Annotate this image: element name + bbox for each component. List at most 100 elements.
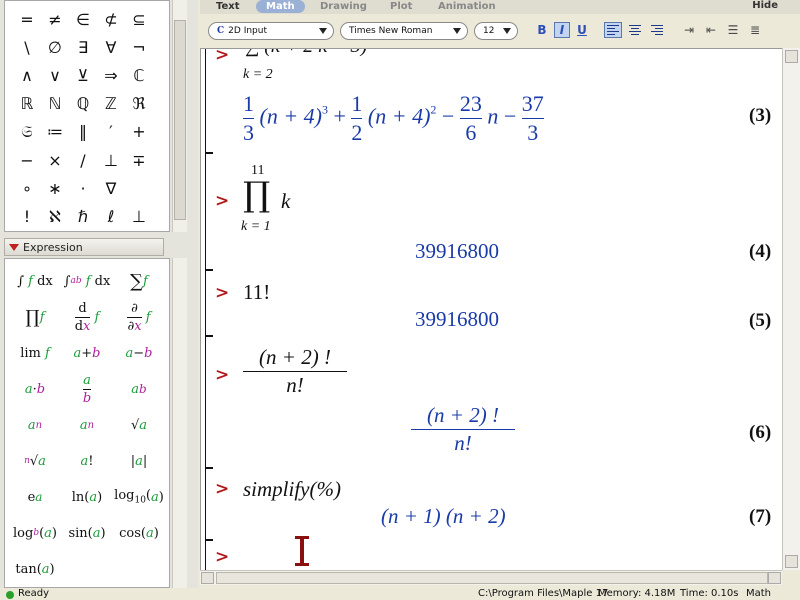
- scroll-thumb[interactable]: [174, 20, 186, 220]
- align-center-button[interactable]: [626, 22, 644, 38]
- palette-symbol[interactable]: ∀: [97, 33, 125, 61]
- partial-sum-input[interactable]: ∑ (k + 2 k − 3): [245, 49, 367, 58]
- palette-symbol[interactable]: ℕ: [41, 90, 69, 118]
- numbered-list-icon[interactable]: ≣: [746, 22, 764, 38]
- expression-palette-header[interactable]: Expression: [4, 238, 164, 256]
- equation-label-3[interactable]: (3): [749, 105, 771, 127]
- equation-label-4[interactable]: (4): [749, 241, 771, 263]
- palette-symbol[interactable]: !: [13, 202, 41, 230]
- palette-symbol[interactable]: ℵ: [41, 202, 69, 230]
- underline-button[interactable]: U: [574, 22, 590, 38]
- mode-plot[interactable]: Plot: [390, 0, 412, 13]
- palette-symbol[interactable]: ⊥: [97, 146, 125, 174]
- palette-symbol[interactable]: ∅: [41, 33, 69, 61]
- palette-symbol[interactable]: ⊥: [125, 202, 153, 230]
- input-7[interactable]: simplify(%): [243, 477, 341, 502]
- expression-scrollbar[interactable]: [172, 258, 187, 588]
- palette-symbol[interactable]: ¬: [125, 33, 153, 61]
- palette-subscript-2[interactable]: an: [61, 407, 113, 443]
- size-dropdown[interactable]: 12: [474, 22, 518, 40]
- palette-symbol[interactable]: ∧: [13, 61, 41, 89]
- align-right-button[interactable]: [648, 22, 666, 38]
- palette-symbol[interactable]: ≔: [41, 118, 69, 146]
- palette-symbol[interactable]: \: [13, 33, 41, 61]
- equation-label-5[interactable]: (5): [749, 310, 771, 332]
- palette-symbol[interactable]: ≠: [41, 5, 69, 33]
- input-mode-dropdown[interactable]: C 2D Input: [208, 22, 334, 40]
- palette-symbol[interactable]: ⊻: [69, 61, 97, 89]
- mode-drawing[interactable]: Drawing: [320, 0, 367, 13]
- palette-symbol[interactable]: ℏ: [69, 202, 97, 230]
- horizontal-scroll-thumb[interactable]: [216, 572, 768, 584]
- document-horizontal-scrollbar[interactable]: [200, 570, 782, 585]
- palette-subscript[interactable]: an: [9, 407, 61, 443]
- indent-icon[interactable]: ⇥: [680, 22, 698, 38]
- palette-factorial[interactable]: a!: [61, 443, 113, 479]
- equation-label-7[interactable]: (7): [749, 506, 771, 528]
- palette-sin[interactable]: sin(a): [61, 515, 113, 551]
- palette-symbol[interactable]: [125, 174, 153, 202]
- palette-symbol[interactable]: ′: [97, 118, 125, 146]
- palette-symbol[interactable]: ∘: [13, 174, 41, 202]
- palette-subtract[interactable]: a − b: [113, 335, 165, 371]
- palette-divide[interactable]: ab: [61, 371, 113, 407]
- palette-symbol[interactable]: =: [13, 5, 41, 33]
- palette-tan[interactable]: tan(a): [9, 551, 61, 587]
- input-5[interactable]: 11!: [243, 280, 270, 305]
- palette-symbol[interactable]: +: [125, 118, 153, 146]
- palette-symbol[interactable]: ·: [69, 174, 97, 202]
- palette-symbol[interactable]: ∗: [41, 174, 69, 202]
- palette-logb[interactable]: log b(a): [9, 515, 61, 551]
- list-icon[interactable]: ☰: [724, 22, 742, 38]
- palette-symbol[interactable]: ℂ: [125, 61, 153, 89]
- bold-button[interactable]: B: [534, 22, 550, 38]
- outdent-icon[interactable]: ⇤: [702, 22, 720, 38]
- hide-button[interactable]: Hide: [752, 0, 778, 11]
- palette-power[interactable]: ab: [113, 371, 165, 407]
- palette-derivative[interactable]: d dx f: [61, 299, 113, 335]
- palette-exp[interactable]: ea: [9, 479, 61, 515]
- palette-definite-integral[interactable]: ∫ a b f dx: [61, 263, 113, 299]
- mode-math[interactable]: Math: [256, 0, 305, 13]
- palette-add[interactable]: a + b: [61, 335, 113, 371]
- palette-symbol[interactable]: ∇: [97, 174, 125, 202]
- palette-symbol[interactable]: ℚ: [69, 90, 97, 118]
- scroll-up-icon[interactable]: [785, 50, 798, 63]
- italic-button[interactable]: I: [554, 22, 570, 38]
- product-symbol[interactable]: ∏: [243, 175, 270, 215]
- product-body[interactable]: k: [281, 189, 290, 214]
- palette-sqrt[interactable]: √ a: [113, 407, 165, 443]
- palette-symbol[interactable]: ∨: [41, 61, 69, 89]
- palette-symbol[interactable]: −: [13, 146, 41, 174]
- scroll-right-icon[interactable]: [768, 572, 781, 584]
- palette-symbol[interactable]: ∈: [69, 5, 97, 33]
- mode-animation[interactable]: Animation: [438, 0, 496, 13]
- palette-symbol[interactable]: ℜ: [125, 90, 153, 118]
- align-left-button[interactable]: [604, 22, 622, 38]
- palette-limit[interactable]: lim f: [9, 335, 61, 371]
- palette-symbol[interactable]: ∓: [125, 146, 153, 174]
- palette-symbol[interactable]: ℓ: [97, 202, 125, 230]
- palette-symbol[interactable]: ×: [41, 146, 69, 174]
- palette-symbol[interactable]: ℝ: [13, 90, 41, 118]
- palette-symbol[interactable]: 𝔖: [13, 118, 41, 146]
- input-6[interactable]: (n + 2) ! n!: [243, 345, 347, 398]
- palette-symbol[interactable]: ⊆: [125, 5, 153, 33]
- worksheet[interactable]: > ∑ (k + 2 k − 3) k = 2 13 (n + 4)3 + 12…: [200, 48, 782, 570]
- palette-cos[interactable]: cos(a): [113, 515, 165, 551]
- palette-nth-root[interactable]: n √ a: [9, 443, 61, 479]
- palette-integral[interactable]: ∫ f dx: [9, 263, 61, 299]
- palette-partial-derivative[interactable]: ∂ ∂x f: [113, 299, 165, 335]
- palette-sum[interactable]: ∑ f: [113, 263, 165, 299]
- palette-symbol[interactable]: /: [69, 146, 97, 174]
- equation-label-6[interactable]: (6): [749, 422, 771, 444]
- palette-symbol[interactable]: ∃: [69, 33, 97, 61]
- document-vertical-scrollbar[interactable]: [782, 48, 800, 570]
- palette-symbol[interactable]: ⊄: [97, 5, 125, 33]
- palette-product[interactable]: ∏ f: [9, 299, 61, 335]
- scroll-down-icon[interactable]: [785, 555, 798, 568]
- palette-symbol[interactable]: ℤ: [97, 90, 125, 118]
- palette-symbol[interactable]: ⇒: [97, 61, 125, 89]
- font-dropdown[interactable]: Times New Roman: [340, 22, 468, 40]
- palette-symbol[interactable]: ‖: [69, 118, 97, 146]
